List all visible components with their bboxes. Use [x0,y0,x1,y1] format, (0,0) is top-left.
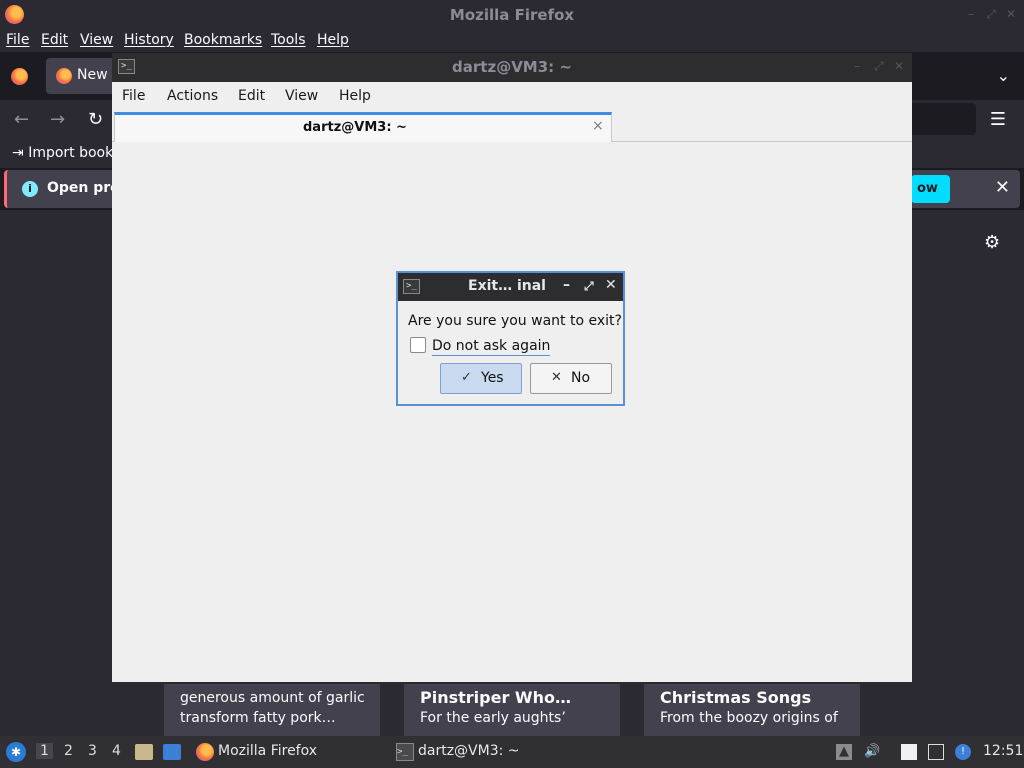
story-card-title: Christmas Songs [660,688,812,707]
terminal-menu-actions[interactable]: Actions [167,88,218,104]
yes-button[interactable]: ✓ Yes [440,363,522,394]
no-button[interactable]: ✕ No [530,363,612,394]
no-button-label: No [571,370,591,386]
maximize-icon[interactable]: ⤢ [584,279,594,294]
firefox-titlebar: Mozilla Firefox – ⤢ ✕ [0,0,1024,30]
story-card-title: Pinstriper Who… [420,688,571,707]
workspace-4[interactable]: 4 [112,743,121,759]
menu-edit[interactable]: Edit [41,32,68,48]
firefox-tab-label: New [77,67,108,83]
x-icon: ✕ [551,370,562,385]
close-icon[interactable]: ✕ [1004,7,1018,21]
yes-button-label: Yes [481,370,504,386]
volume-icon[interactable]: 🔊 [864,744,880,760]
taskbar-task-terminal[interactable]: >_ dartz@VM3: ~ [396,736,596,768]
hamburger-menu-icon[interactable]: ☰ [990,109,1006,130]
tray-up-icon[interactable]: ▲ [836,744,852,760]
terminal-tabbar: dartz@VM3: ~ × [112,112,912,142]
firefox-menubar: File Edit View History Bookmarks Tools H… [0,30,1024,52]
menu-file[interactable]: File [6,32,29,48]
taskbar-task-firefox[interactable]: Mozilla Firefox [196,736,386,768]
terminal-menu-view[interactable]: View [285,88,318,104]
back-arrow-icon[interactable]: ← [14,109,29,130]
story-card-text: generous amount of garlic [180,690,365,706]
network-icon[interactable] [928,744,944,760]
terminal-tab-label: dartz@VM3: ~ [303,120,407,135]
start-menu-icon[interactable]: ✱ [6,742,26,762]
clipboard-icon[interactable] [901,744,917,760]
maximize-icon[interactable]: ⤢ [874,59,884,74]
checkmark-icon: ✓ [461,370,472,385]
workspace-1[interactable]: 1 [36,743,53,759]
notification-action-button[interactable]: ow [911,175,950,203]
taskbar-task-label: Mozilla Firefox [218,743,318,759]
firefox-icon [196,743,214,761]
taskbar-task-label: dartz@VM3: ~ [418,743,520,759]
terminal-tab[interactable]: dartz@VM3: ~ × [114,112,612,142]
workspace-2[interactable]: 2 [64,743,73,759]
exit-confirm-dialog: >_ Exit… inal – ⤢ ✕ Are you sure you wan… [396,271,625,406]
firefox-view-icon[interactable] [11,68,28,85]
do-not-ask-checkbox[interactable] [410,337,426,353]
firefox-window-title: Mozilla Firefox [449,6,575,24]
dialog-message: Are you sure you want to exit? [408,313,622,329]
terminal-menu-file[interactable]: File [122,88,145,104]
forward-arrow-icon[interactable]: → [50,109,65,130]
import-bookmarks-label: Import book [28,145,114,161]
minimize-icon[interactable]: – [563,277,570,293]
notification-close-icon[interactable]: ✕ [995,177,1010,198]
terminal-menu-edit[interactable]: Edit [238,88,265,104]
dialog-titlebar: >_ Exit… inal – ⤢ ✕ [398,273,623,301]
story-card[interactable]: Christmas Songs From the boozy origins o… [644,684,860,736]
taskbar: ✱ 1 2 3 4 Mozilla Firefox >_ dartz@VM3: … [0,736,1024,768]
terminal-menubar: File Actions Edit View Help [112,82,912,112]
terminal-menu-help[interactable]: Help [339,88,371,104]
file-manager-icon[interactable] [135,744,153,760]
menu-bookmarks[interactable]: Bookmarks [184,32,262,48]
dialog-title: Exit… inal [468,278,546,294]
close-icon[interactable]: ✕ [894,59,904,73]
info-icon: i [22,181,38,197]
story-card[interactable]: generous amount of garlic transform fatt… [164,684,380,736]
show-desktop-icon[interactable] [163,744,181,760]
story-card-text: From the boozy origins of [660,710,838,726]
minimize-icon[interactable]: – [854,59,860,73]
close-icon[interactable]: ✕ [605,277,617,293]
story-card-text: transform fatty pork… [180,710,336,726]
terminal-titlebar: >_ dartz@VM3: ~ – ⤢ ✕ [112,53,912,82]
menu-view[interactable]: View [80,32,113,48]
notification-message: Open pre [47,180,120,196]
notification-icon[interactable]: ! [955,744,971,760]
story-card[interactable]: Pinstriper Who… For the early aughts’ [404,684,620,736]
maximize-icon[interactable]: ⤢ [984,7,998,21]
import-bookmarks-link[interactable]: ⇥ Import book [12,145,113,161]
firefox-tab-new[interactable]: New [46,58,116,94]
menu-history[interactable]: History [124,32,174,48]
do-not-ask-label[interactable]: Do not ask again [432,338,551,356]
menu-help[interactable]: Help [317,32,349,48]
chevron-down-icon[interactable]: ⌄ [997,66,1010,85]
reload-icon[interactable]: ↻ [88,109,103,130]
clock: 12:51 [983,743,1024,759]
story-card-text: For the early aughts’ [420,710,566,726]
tab-close-icon[interactable]: × [592,118,604,134]
terminal-icon: >_ [396,743,414,761]
terminal-window-title: dartz@VM3: ~ [452,58,572,76]
gear-icon[interactable]: ⚙ [984,232,1000,253]
menu-tools[interactable]: Tools [271,32,306,48]
terminal-icon: >_ [403,279,420,294]
minimize-icon[interactable]: – [964,7,978,21]
firefox-tab-favicon-icon [56,68,72,84]
workspace-3[interactable]: 3 [88,743,97,759]
